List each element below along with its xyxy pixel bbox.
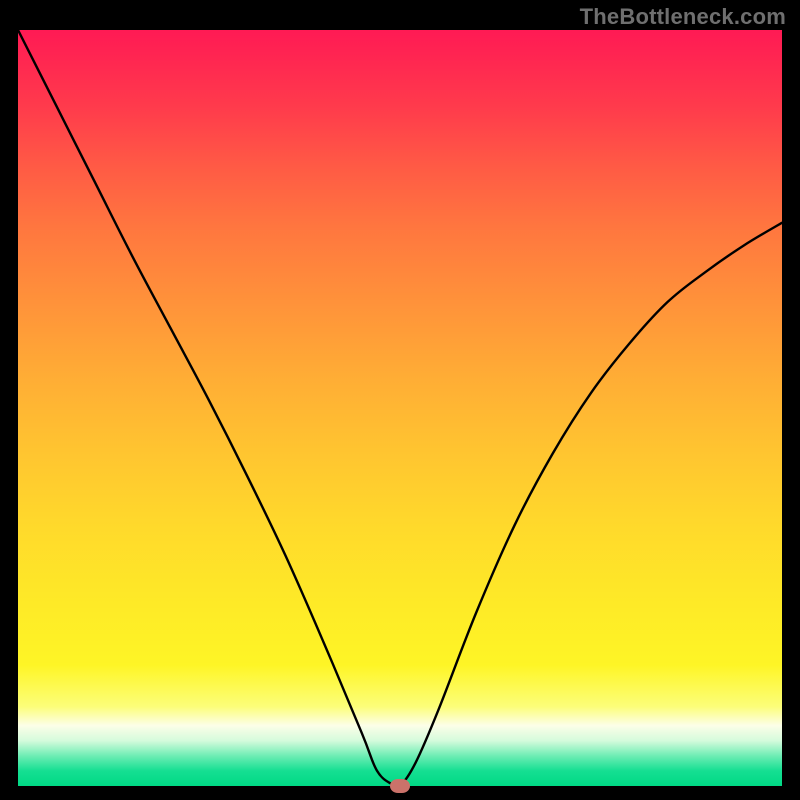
plot-area [18, 30, 782, 786]
bottleneck-curve [18, 30, 782, 786]
curve-svg [18, 30, 782, 786]
watermark-text: TheBottleneck.com [580, 4, 786, 30]
minimum-marker [390, 779, 410, 793]
chart-frame: TheBottleneck.com [0, 0, 800, 800]
